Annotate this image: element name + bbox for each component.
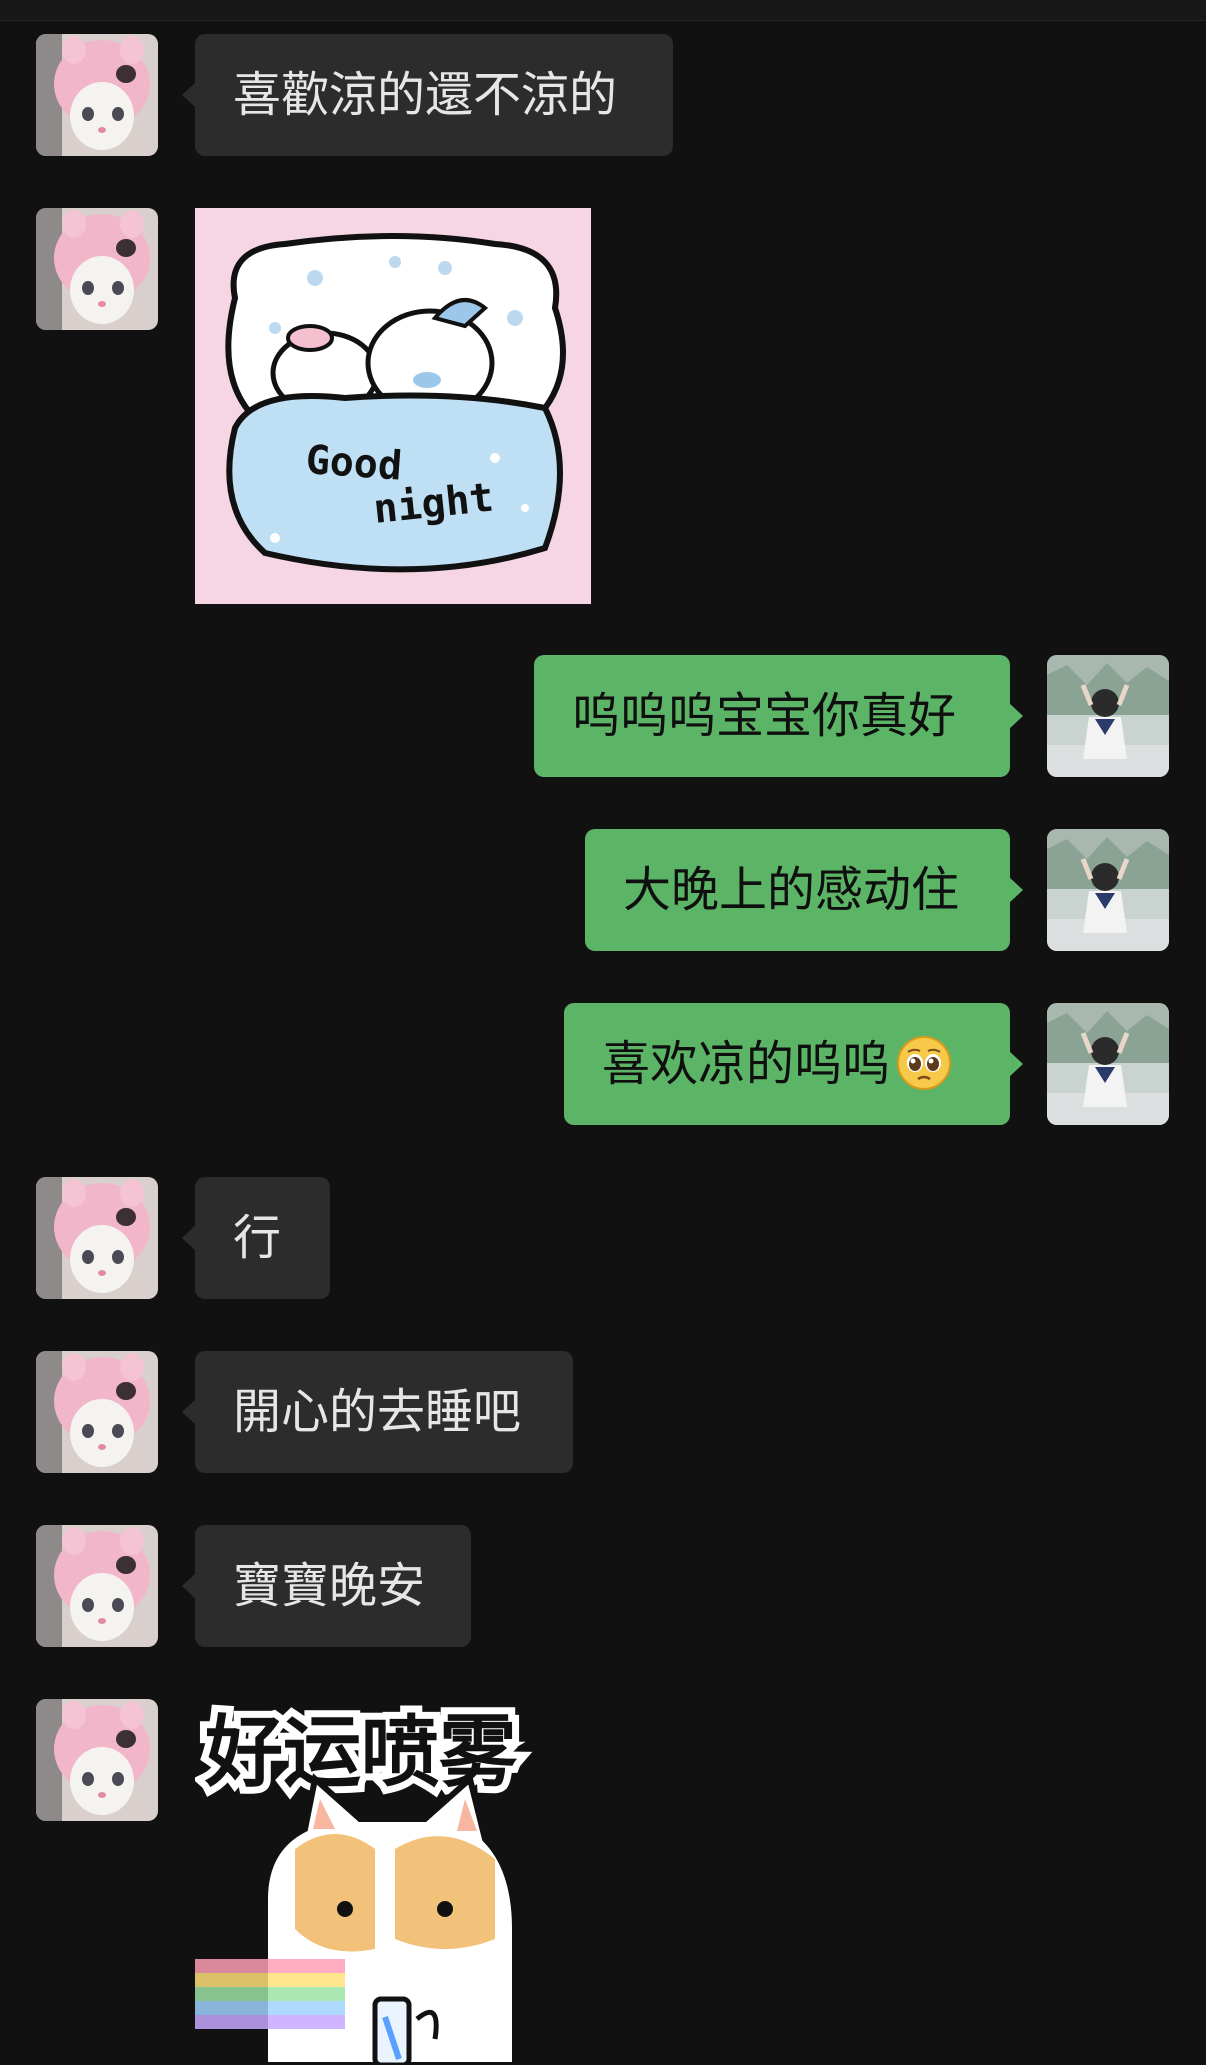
contact-avatar[interactable] <box>36 1525 158 1647</box>
contact-avatar[interactable] <box>36 1699 158 1821</box>
svg-text:Good: Good <box>304 437 403 490</box>
top-bar-edge <box>0 0 1206 21</box>
pleading-face-emoji <box>897 1036 952 1090</box>
incoming-message-bubble[interactable]: 行 <box>182 1177 330 1299</box>
goodnight-sticker[interactable]: Good night <box>195 208 591 604</box>
contact-avatar[interactable] <box>36 1177 158 1299</box>
contact-avatar[interactable] <box>36 1351 158 1473</box>
contact-avatar[interactable] <box>36 208 158 330</box>
incoming-message-bubble[interactable]: 開心的去睡吧 <box>182 1351 573 1473</box>
self-avatar[interactable] <box>1047 1003 1169 1125</box>
cat-avatar-image <box>36 1351 158 1473</box>
self-avatar[interactable] <box>1047 655 1169 777</box>
contact-avatar[interactable] <box>36 34 158 156</box>
outgoing-message-bubble[interactable]: 喜欢凉的呜呜 <box>564 1003 1023 1125</box>
good-luck-spray-sticker[interactable]: 好运喷雾 <box>195 1699 575 2065</box>
message-text: 喜欢凉的呜呜 <box>602 1036 891 1092</box>
person-avatar-image <box>1047 1003 1169 1125</box>
self-avatar[interactable] <box>1047 829 1169 951</box>
cat-avatar-image <box>36 1699 158 1821</box>
cat-avatar-image <box>36 1177 158 1299</box>
person-avatar-image <box>1047 655 1169 777</box>
incoming-message-bubble[interactable]: 喜歡涼的還不涼的 <box>182 34 673 156</box>
outgoing-message-bubble[interactable]: 大晚上的感动住 <box>585 829 1023 951</box>
cat-avatar-image <box>36 34 158 156</box>
person-avatar-image <box>1047 829 1169 951</box>
outgoing-message-bubble[interactable]: 呜呜呜宝宝你真好 <box>534 655 1023 777</box>
incoming-message-bubble[interactable]: 寶寶晚安 <box>182 1525 471 1647</box>
cat-avatar-image <box>36 1525 158 1647</box>
cat-avatar-image <box>36 208 158 330</box>
